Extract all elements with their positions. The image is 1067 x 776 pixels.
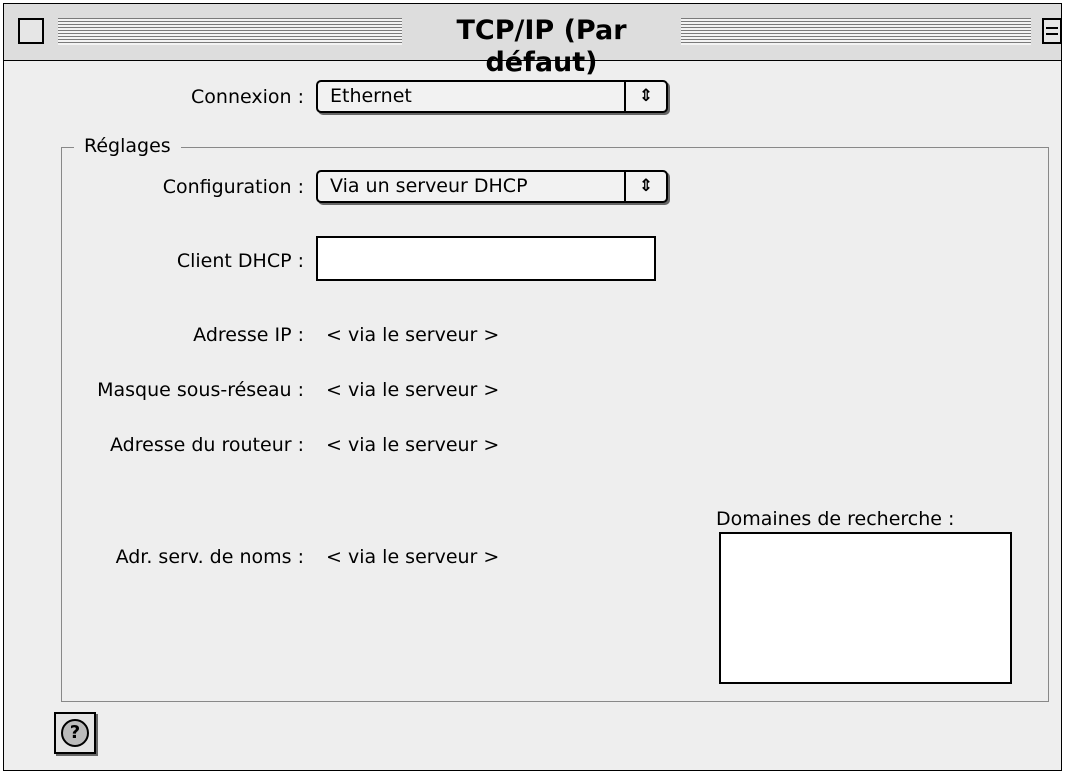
collapse-box[interactable] — [1042, 18, 1062, 44]
window-title: TCP/IP (Par défaut) — [402, 15, 681, 78]
dhcp-client-label: Client DHCP : — [176, 250, 304, 272]
subnet-mask-value: < via le serveur > — [326, 379, 500, 401]
search-domains-field[interactable] — [719, 532, 1012, 684]
subnet-mask-label: Masque sous-réseau : — [97, 379, 304, 401]
title-stripes-left — [58, 18, 402, 45]
help-icon: ? — [61, 719, 89, 747]
configuration-label: Configuration : — [162, 176, 304, 198]
router-address-value: < via le serveur > — [326, 434, 500, 456]
name-servers-value: < via le serveur > — [326, 546, 500, 568]
tcpip-window: TCP/IP (Par défaut) Connexion : Ethernet… — [3, 3, 1062, 771]
ip-address-value: < via le serveur > — [326, 324, 500, 346]
configuration-popup[interactable]: Via un serveur DHCP ⇕ — [316, 170, 668, 203]
dhcp-client-field[interactable] — [316, 236, 656, 281]
connexion-popup[interactable]: Ethernet ⇕ — [316, 80, 668, 113]
search-domains-label: Domaines de recherche : — [716, 508, 955, 530]
connexion-value: Ethernet — [330, 85, 412, 107]
settings-group-title: Réglages — [74, 134, 181, 158]
title-stripes-right — [681, 18, 1031, 45]
popup-arrows-icon: ⇕ — [624, 82, 666, 111]
popup-arrows-icon: ⇕ — [624, 172, 666, 201]
title-bar[interactable]: TCP/IP (Par défaut) — [4, 4, 1062, 78]
connexion-label: Connexion : — [191, 86, 304, 108]
help-button[interactable]: ? — [54, 712, 96, 754]
name-servers-label: Adr. serv. de noms : — [115, 546, 304, 568]
ip-address-label: Adresse IP : — [193, 324, 304, 346]
close-box[interactable] — [18, 18, 44, 44]
router-address-label: Adresse du routeur : — [110, 434, 304, 456]
configuration-value: Via un serveur DHCP — [330, 175, 528, 197]
